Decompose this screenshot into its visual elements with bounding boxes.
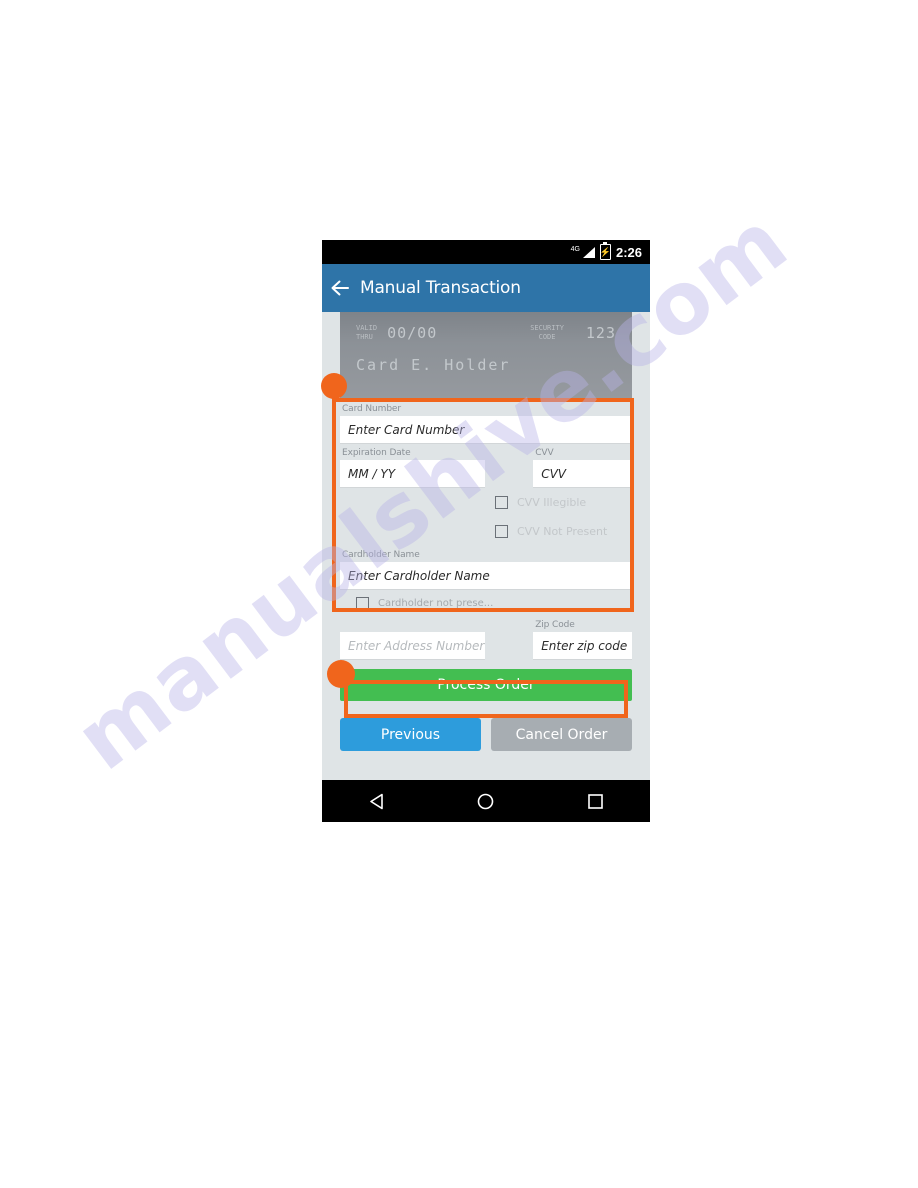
zip-code-label: Zip Code [535,620,575,630]
valid-thru-label: VALID THRU [356,324,377,342]
card-number-input[interactable]: Enter Card Number [340,416,632,444]
cvv-illegible-label: CVV Illegible [517,496,587,509]
cardholder-name-input[interactable]: Enter Cardholder Name [340,562,632,590]
valid-thru-value: 00/00 [387,324,438,342]
expiration-date-label: Expiration Date [342,448,411,458]
address-field-group: Enter Address Number [340,632,486,660]
cvv-input[interactable]: CVV [533,460,632,488]
cardholder-name-label: Cardholder Name [342,550,420,560]
cvv-not-present-checkbox[interactable] [495,525,508,538]
phone-screenshot: 4G ⚡ 2:26 Manual Transaction VALID THRU … [322,240,650,822]
payment-form: Card Number Enter Card Number Expiration… [322,400,650,660]
expiration-date-input[interactable]: MM / YY [340,460,486,488]
security-code-value: 123 [585,324,616,342]
card-number-label: Card Number [342,404,401,414]
process-order-button[interactable]: Process Order [340,669,632,701]
annotation-marker-dot-1 [321,373,347,399]
cvv-not-present-label: CVV Not Present [517,525,608,538]
action-button-row: Previous Cancel Order [340,718,632,751]
address-zip-row: Enter Address Number Zip Code Enter zip … [340,616,632,660]
cvv-illegible-row[interactable]: CVV Illegible [340,488,632,517]
cancel-order-button[interactable]: Cancel Order [491,718,632,751]
cardholder-name-field-group: Cardholder Name Enter Cardholder Name [340,546,632,590]
cardholder-not-present-label: Cardholder not prese... [378,597,494,609]
credit-card-image: VALID THRU 00/00 SECURITY CODE 123 Card … [340,312,632,400]
annotation-marker-dot-2 [327,660,355,688]
address-number-input[interactable]: Enter Address Number [340,632,486,660]
expiration-field-group: Expiration Date MM / YY [340,444,486,488]
cardholder-not-present-row[interactable]: Cardholder not prese... [340,590,632,616]
card-number-field-group: Card Number Enter Card Number [340,400,632,444]
security-code-line2: CODE [538,333,556,341]
network-type-label: 4G [570,246,580,253]
zip-code-input[interactable]: Enter zip code [533,632,632,660]
valid-thru-line2: THRU [356,333,373,341]
status-bar-clock: 2:26 [615,244,642,260]
security-code-line1: SECURITY [530,324,564,332]
status-bar: 4G ⚡ 2:26 [322,240,650,264]
cardholder-not-present-checkbox[interactable] [356,596,369,610]
cvv-label: CVV [535,448,554,458]
battery-bolt-glyph: ⚡ [599,246,612,257]
zip-field-group: Zip Code Enter zip code [533,616,632,660]
back-arrow-icon[interactable] [330,277,352,299]
app-bar: Manual Transaction [322,264,650,312]
signal-bars-icon [582,246,595,258]
valid-thru-line1: VALID [356,324,378,332]
nav-back-triangle-icon[interactable] [366,790,388,812]
card-top-row: VALID THRU 00/00 SECURITY CODE 123 [356,324,616,342]
cvv-illegible-checkbox[interactable] [495,496,508,509]
expiration-cvv-row: Expiration Date MM / YY CVV CVV [340,444,632,488]
card-holder-name-text: Card E. Holder [356,356,511,374]
nav-recents-square-icon[interactable] [584,790,606,812]
card-preview-area: VALID THRU 00/00 SECURITY CODE 123 Card … [322,312,650,400]
nav-home-circle-icon[interactable] [475,790,497,812]
cvv-not-present-row[interactable]: CVV Not Present [340,517,632,546]
battery-charging-icon: ⚡ [599,241,612,260]
android-navigation-bar [322,780,650,822]
page-title: Manual Transaction [360,278,521,298]
previous-button[interactable]: Previous [340,718,481,751]
cvv-field-group: CVV CVV [533,444,632,488]
security-code-label: SECURITY CODE [530,324,564,342]
